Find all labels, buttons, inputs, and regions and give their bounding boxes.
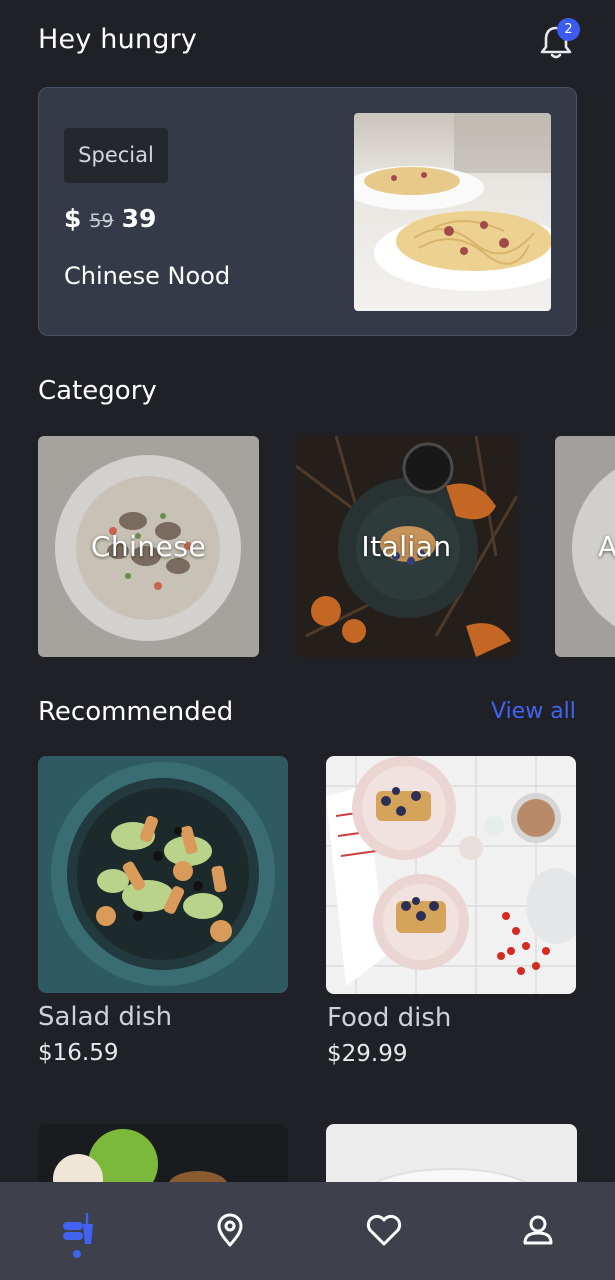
recommended-item-price: $29.99	[327, 1041, 408, 1067]
greeting-title: Hey hungry	[38, 24, 198, 55]
nav-item-home[interactable]	[53, 1206, 101, 1254]
category-title: Category	[38, 376, 157, 406]
category-tile-partial[interactable]: A	[555, 436, 615, 657]
active-indicator	[73, 1250, 81, 1258]
special-tag: Special	[64, 128, 168, 183]
category-label: A	[598, 530, 615, 563]
recommended-item-image[interactable]	[326, 756, 576, 994]
nav-item-favorites[interactable]	[360, 1206, 408, 1254]
special-dish-image	[354, 113, 551, 311]
category-tile-italian[interactable]: Italian	[296, 436, 517, 657]
recommended-item-name: Salad dish	[38, 1002, 173, 1032]
recommended-item-name: Food dish	[327, 1003, 452, 1033]
notification-badge: 2	[557, 18, 580, 41]
user-icon	[523, 1215, 553, 1245]
category-label: Chinese	[90, 530, 207, 563]
new-price: 39	[121, 204, 157, 233]
recommended-item-image[interactable]	[38, 756, 288, 993]
old-price: 59	[89, 210, 114, 232]
special-price: $ 59 39	[64, 204, 156, 233]
category-label: Italian	[361, 530, 452, 563]
special-dish-name: Chinese Nood	[64, 262, 231, 290]
category-tile-chinese[interactable]: Chinese	[38, 436, 259, 657]
view-all-link[interactable]: View all	[491, 699, 576, 724]
recommended-item-price: $16.59	[38, 1040, 119, 1066]
nav-item-location[interactable]	[206, 1206, 254, 1254]
recommended-title: Recommended	[38, 697, 234, 727]
nav-item-profile[interactable]	[514, 1206, 562, 1254]
food-icon	[63, 1212, 93, 1244]
heart-icon	[366, 1214, 402, 1246]
location-pin-icon	[217, 1213, 243, 1247]
currency-symbol: $	[64, 204, 82, 233]
